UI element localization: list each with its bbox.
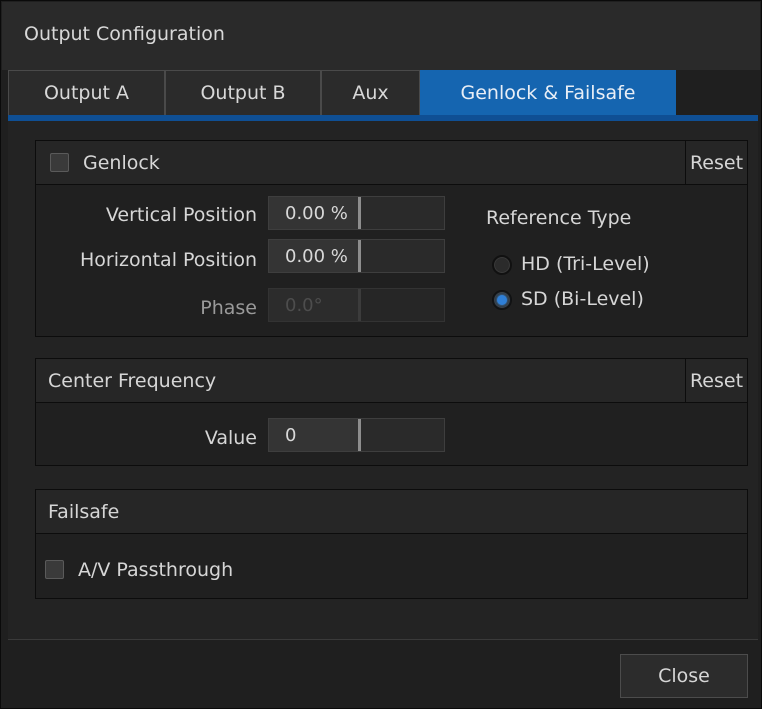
center-frequency-value-field[interactable]: 0	[268, 418, 445, 452]
tab-genlock-failsafe[interactable]: Genlock & Failsafe	[420, 70, 676, 115]
window-title: Output Configuration	[24, 23, 225, 45]
horizontal-position-label: Horizontal Position	[79, 249, 257, 271]
reference-type-label: Reference Type	[486, 207, 632, 229]
genlock-title: Genlock	[83, 152, 160, 174]
genlock-panel: Genlock Reset Vertical Position 0.00 % H…	[35, 140, 748, 337]
reset-label: Reset	[689, 151, 744, 174]
vertical-position-value: 0.00 %	[285, 202, 348, 224]
center-frequency-title: Center Frequency	[48, 370, 217, 392]
tab-label: Aux	[352, 82, 389, 104]
failsafe-panel: Failsafe A/V Passthrough	[35, 489, 748, 599]
genlock-header: Genlock Reset	[36, 141, 747, 185]
reset-label: Reset	[689, 369, 744, 392]
phase-label: Phase	[200, 297, 257, 319]
av-passthrough-checkbox[interactable]	[45, 560, 64, 579]
tab-label: Genlock & Failsafe	[460, 82, 636, 104]
vertical-position-label: Vertical Position	[105, 204, 257, 226]
tab-label: Output A	[43, 82, 130, 104]
close-button[interactable]: Close	[620, 654, 748, 698]
center-frequency-panel: Center Frequency Reset Value 0	[35, 358, 748, 466]
title-bar: Output Configuration	[2, 2, 760, 70]
close-label: Close	[658, 665, 710, 687]
tab-aux[interactable]: Aux	[321, 70, 420, 115]
phase-field[interactable]: 0.0°	[268, 288, 445, 322]
tab-content: Genlock Reset Vertical Position 0.00 % H…	[8, 121, 758, 639]
sd-bi-level-label[interactable]: SD (Bi-Level)	[521, 288, 644, 310]
horizontal-position-field[interactable]: 0.00 %	[268, 239, 445, 273]
sd-bi-level-radio[interactable]	[492, 290, 512, 310]
failsafe-header: Failsafe	[36, 490, 747, 534]
slider-fill	[269, 419, 361, 451]
vertical-position-field[interactable]: 0.00 %	[268, 196, 445, 230]
tab-bar: Output A Output B Aux Genlock & Failsafe	[8, 70, 758, 116]
hd-tri-level-label[interactable]: HD (Tri-Level)	[521, 253, 650, 275]
horizontal-position-value: 0.00 %	[285, 245, 348, 267]
tab-output-b[interactable]: Output B	[165, 70, 321, 115]
center-frequency-reset-button[interactable]: Reset	[685, 359, 747, 402]
av-passthrough-label[interactable]: A/V Passthrough	[78, 559, 233, 581]
value-label: Value	[204, 427, 257, 449]
tab-output-a[interactable]: Output A	[8, 70, 165, 115]
center-frequency-header: Center Frequency Reset	[36, 359, 747, 403]
hd-tri-level-radio[interactable]	[492, 255, 512, 275]
footer-divider	[8, 639, 758, 640]
genlock-checkbox[interactable]	[50, 153, 69, 172]
phase-value: 0.0°	[285, 294, 323, 316]
tab-label: Output B	[200, 82, 286, 104]
genlock-reset-button[interactable]: Reset	[685, 141, 747, 184]
center-frequency-value: 0	[285, 424, 297, 446]
failsafe-title: Failsafe	[48, 501, 120, 523]
